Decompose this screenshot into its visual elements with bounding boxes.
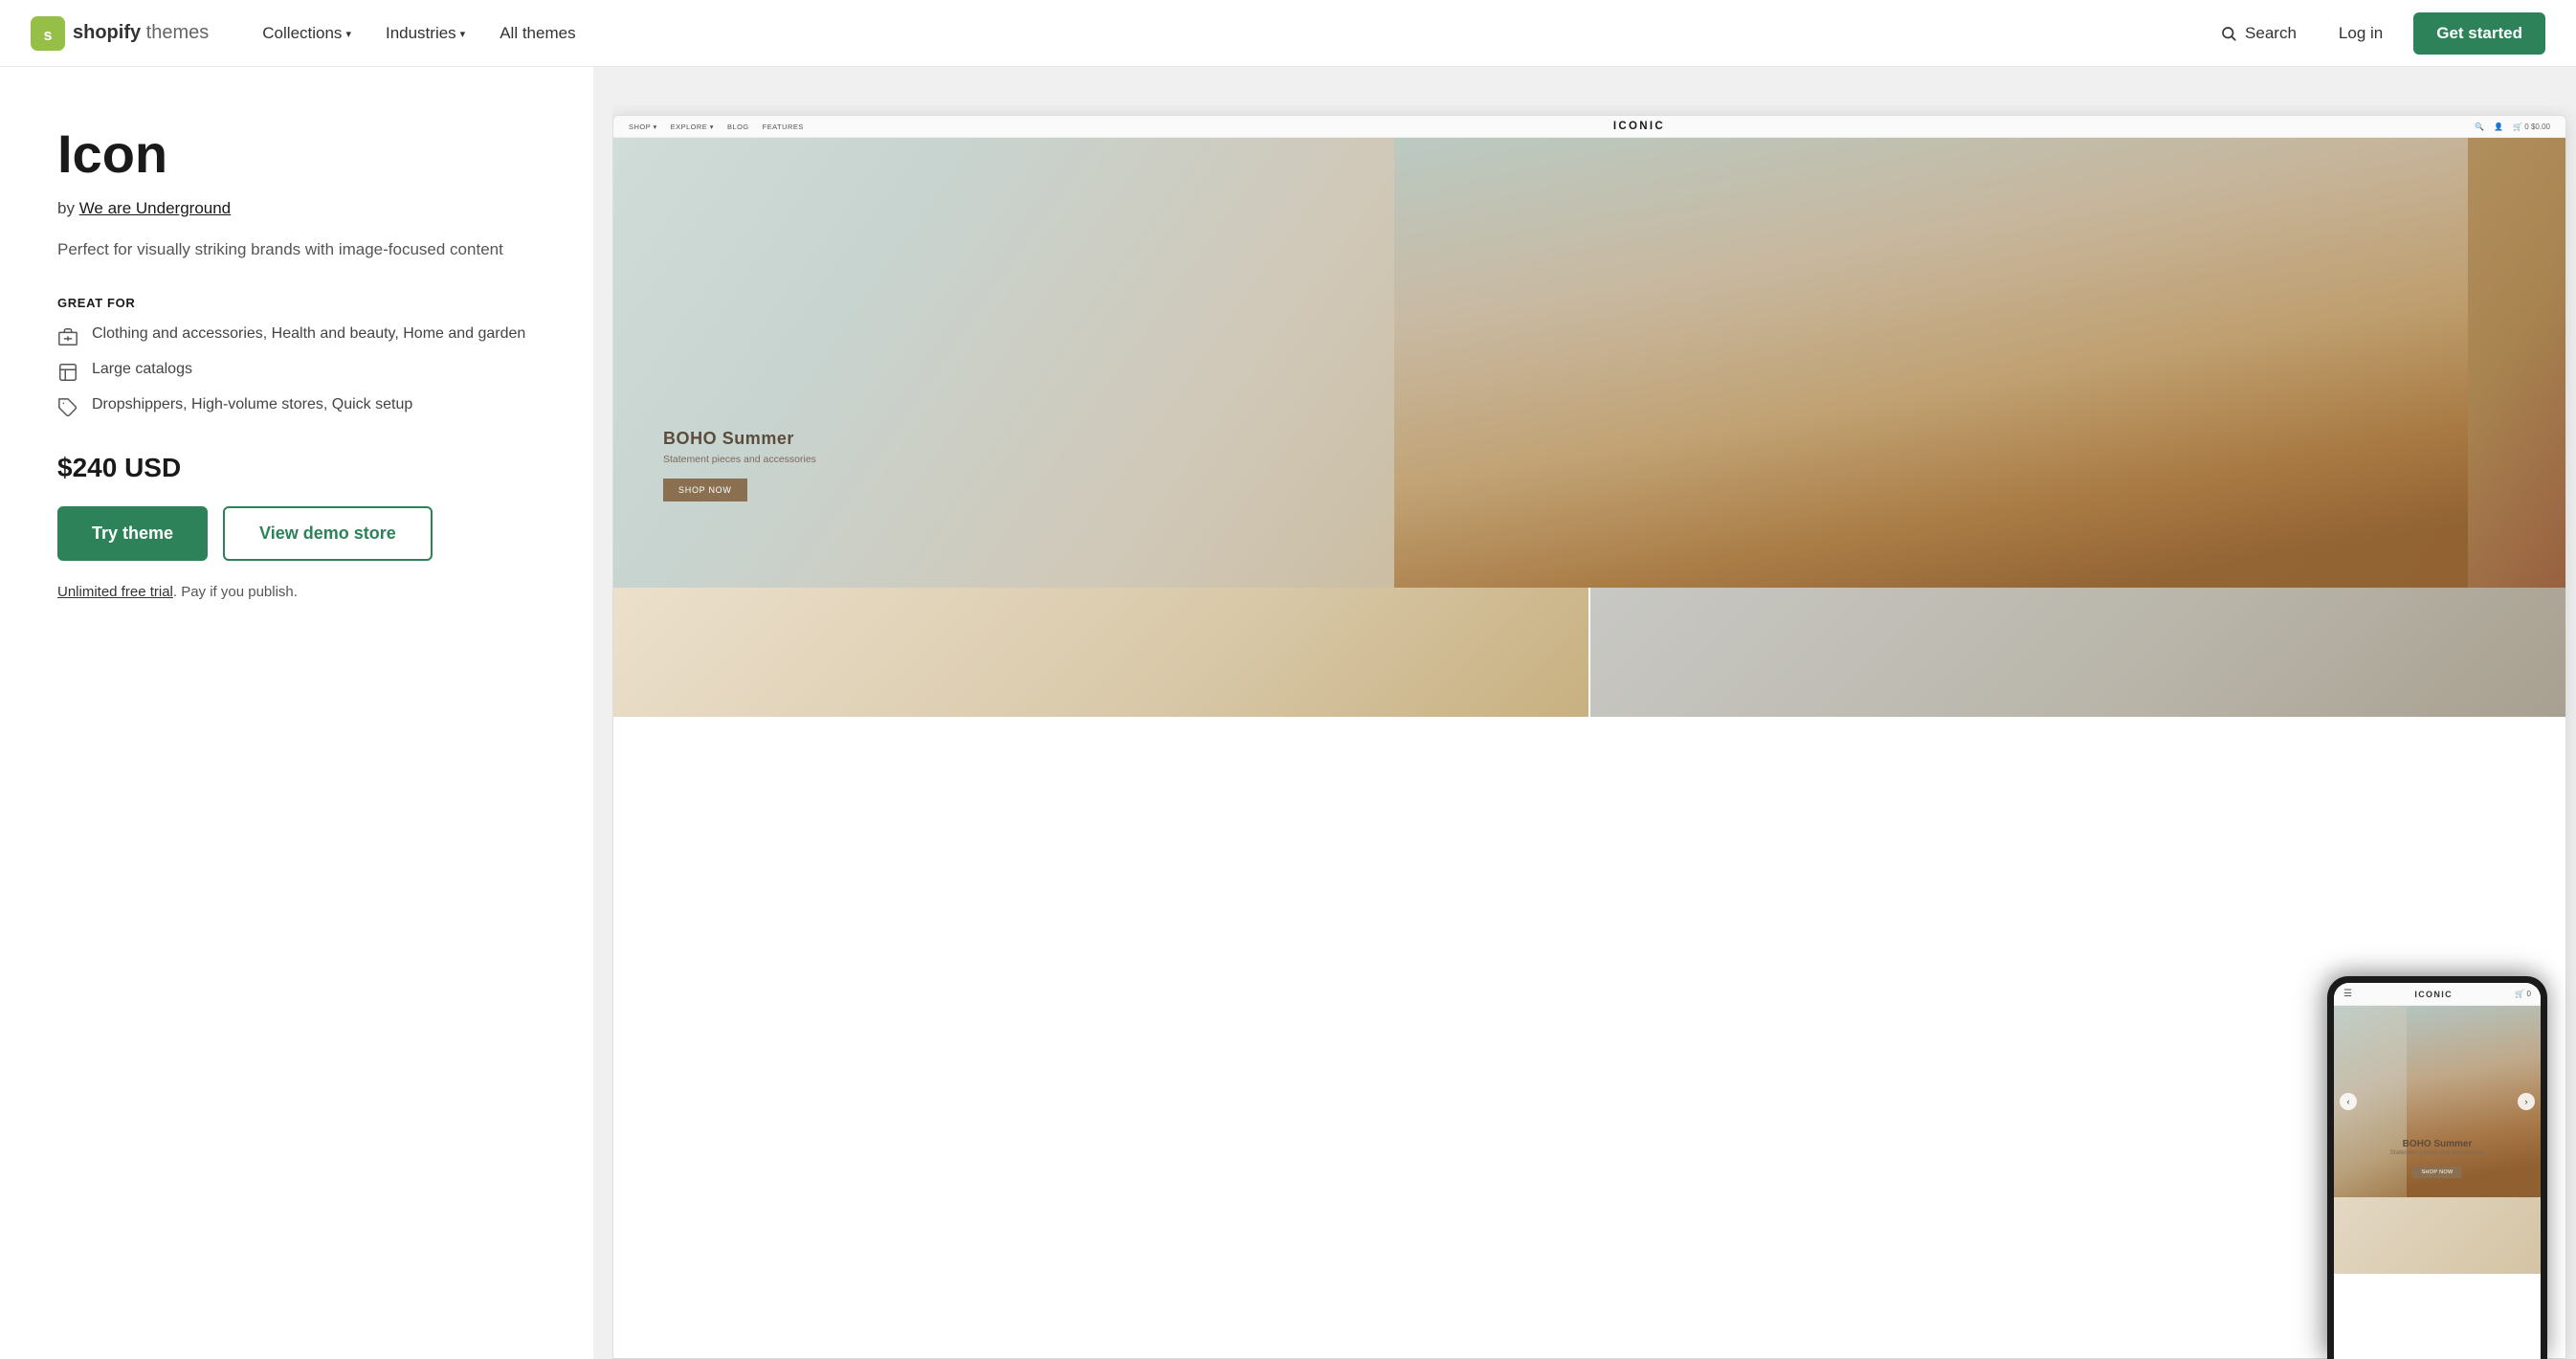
theme-info-panel: Icon by We are Underground Perfect for v… xyxy=(0,67,593,1359)
nav-industries[interactable]: Industries ▾ xyxy=(370,16,480,51)
hamburger-icon: ☰ xyxy=(2343,989,2352,999)
preview-hero: BOHO Summer Statement pieces and accesso… xyxy=(613,138,2565,588)
hero-title: BOHO Summer xyxy=(663,429,816,449)
author-link[interactable]: We are Underground xyxy=(79,199,231,217)
nav-collections[interactable]: Collections ▾ xyxy=(247,16,366,51)
logo-text: shopify themes xyxy=(73,22,209,44)
hero-subtitle: Statement pieces and accessories xyxy=(663,454,816,465)
chevron-down-icon: ▾ xyxy=(345,28,351,40)
features-list: Clothing and accessories, Health and bea… xyxy=(57,325,536,418)
cart-icon-preview: 🛒 0 $0.00 xyxy=(2513,123,2550,131)
mobile-prev-arrow[interactable]: ‹ xyxy=(2340,1093,2357,1110)
mobile-hero-text: BOHO Summer Statement pieces and accesso… xyxy=(2390,1139,2485,1178)
theme-author: by We are Underground xyxy=(57,199,536,218)
mobile-brand: ICONIC xyxy=(2414,990,2453,999)
search-icon-preview: 🔍 xyxy=(2475,123,2484,131)
preview-icons: 🔍 👤 🛒 0 $0.00 xyxy=(2475,123,2550,131)
mobile-hero-subtitle: Statement pieces and accessories xyxy=(2390,1149,2485,1156)
tag-icon xyxy=(57,397,78,418)
thumbnail-1 xyxy=(613,588,1590,717)
feature-item-catalog: Large catalogs xyxy=(57,361,536,383)
header: s shopify themes Collections ▾ Industrie… xyxy=(0,0,2576,67)
preview-brand: ICONIC xyxy=(1613,121,1665,132)
preview-wrapper: SHOP ▾ EXPLORE ▾ BLOG FEATURES ICONIC 🔍 … xyxy=(612,105,2576,1359)
desktop-preview: SHOP ▾ EXPLORE ▾ BLOG FEATURES ICONIC 🔍 … xyxy=(612,115,2566,1359)
chevron-down-icon: ▾ xyxy=(460,28,466,40)
theme-preview-panel: SHOP ▾ EXPLORE ▾ BLOG FEATURES ICONIC 🔍 … xyxy=(593,67,2576,1359)
view-demo-button[interactable]: View demo store xyxy=(223,506,433,561)
theme-price: $240 USD xyxy=(57,453,536,483)
account-icon-preview: 👤 xyxy=(2494,123,2503,131)
preview-topbar: SHOP ▾ EXPLORE ▾ BLOG FEATURES ICONIC 🔍 … xyxy=(613,116,2565,138)
search-icon xyxy=(2220,25,2237,42)
feature-text-store: Clothing and accessories, Health and bea… xyxy=(92,325,525,343)
hero-woman-figure xyxy=(1394,138,2468,588)
get-started-button[interactable]: Get started xyxy=(2413,12,2545,55)
nav-all-themes[interactable]: All themes xyxy=(484,16,590,51)
theme-description: Perfect for visually striking brands wit… xyxy=(57,237,536,262)
try-theme-button[interactable]: Try theme xyxy=(57,506,208,561)
mobile-screen: ☰ ICONIC 🛒 0 ‹ › BOHO Summer Statement p… xyxy=(2334,983,2541,1359)
login-button[interactable]: Log in xyxy=(2327,16,2394,51)
hero-shop-button: Shop Now xyxy=(663,479,747,501)
hero-text-overlay: BOHO Summer Statement pieces and accesso… xyxy=(663,429,816,501)
feature-text-catalog: Large catalogs xyxy=(92,361,192,378)
main-content: Icon by We are Underground Perfect for v… xyxy=(0,67,2576,1359)
mobile-bottom-thumbnail xyxy=(2334,1197,2541,1274)
mobile-shop-btn: Shop Now xyxy=(2412,1167,2461,1178)
store-icon xyxy=(57,326,78,347)
trial-text: Unlimited free trial. Pay if you publish… xyxy=(57,584,536,600)
catalog-icon xyxy=(57,362,78,383)
thumbnail-2 xyxy=(1590,588,2565,717)
trial-link[interactable]: Unlimited free trial xyxy=(57,584,173,600)
header-actions: Search Log in Get started xyxy=(2209,12,2545,55)
great-for-label: GREAT FOR xyxy=(57,296,536,310)
feature-item-tag: Dropshippers, High-volume stores, Quick … xyxy=(57,396,536,418)
shopify-logo-icon: s xyxy=(31,16,65,51)
main-nav: Collections ▾ Industries ▾ All themes xyxy=(247,16,2209,51)
action-buttons: Try theme View demo store xyxy=(57,506,536,561)
preview-nav-links: SHOP ▾ EXPLORE ▾ BLOG FEATURES xyxy=(629,123,804,131)
theme-title: Icon xyxy=(57,124,536,184)
mobile-cart-icon: 🛒 0 xyxy=(2515,990,2531,998)
mobile-hero-title: BOHO Summer xyxy=(2390,1139,2485,1149)
svg-text:s: s xyxy=(43,27,52,44)
mobile-hero: ‹ › BOHO Summer Statement pieces and acc… xyxy=(2334,1006,2541,1197)
logo[interactable]: s shopify themes xyxy=(31,16,209,51)
feature-item-store: Clothing and accessories, Health and bea… xyxy=(57,325,536,347)
mobile-topbar: ☰ ICONIC 🛒 0 xyxy=(2334,983,2541,1006)
preview-thumbnails xyxy=(613,588,2565,717)
mobile-preview: ☰ ICONIC 🛒 0 ‹ › BOHO Summer Statement p… xyxy=(2327,976,2547,1359)
feature-text-tag: Dropshippers, High-volume stores, Quick … xyxy=(92,396,412,413)
search-button[interactable]: Search xyxy=(2209,16,2308,51)
mobile-next-arrow[interactable]: › xyxy=(2518,1093,2535,1110)
